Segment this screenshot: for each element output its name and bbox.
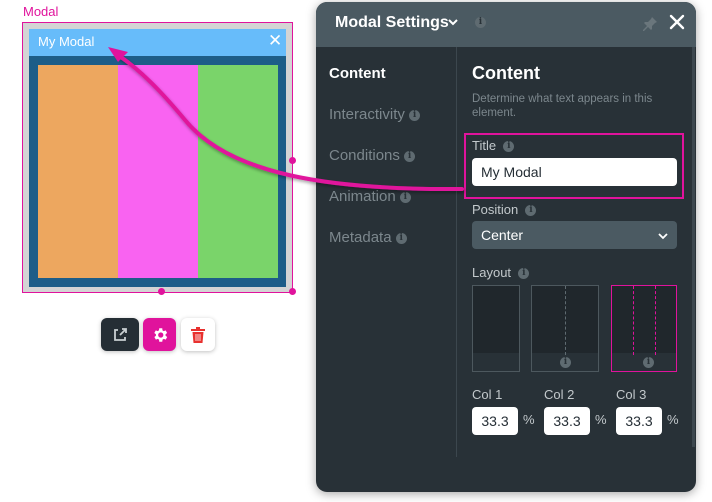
- title-input[interactable]: [472, 158, 677, 186]
- panel-divider: [456, 47, 457, 457]
- col1-unit: %: [523, 412, 535, 427]
- info-icon[interactable]: i: [475, 17, 486, 28]
- nav-item-animation[interactable]: Animation i: [329, 188, 411, 205]
- gear-icon: [153, 327, 167, 342]
- info-icon[interactable]: i: [525, 205, 537, 217]
- col3-width-input[interactable]: [616, 407, 662, 435]
- open-element-button[interactable]: [101, 318, 139, 351]
- nav-item-content[interactable]: Content: [329, 65, 386, 82]
- title-label-text: Title: [472, 138, 497, 153]
- nav-item-metadata[interactable]: Metadata i: [329, 229, 407, 246]
- layout-footer: [473, 353, 519, 371]
- info-icon[interactable]: i: [518, 268, 530, 280]
- panel-title[interactable]: Modal Settings: [335, 14, 449, 32]
- column-divider: [633, 286, 634, 355]
- scrollbar[interactable]: [692, 47, 695, 447]
- modal-column-2[interactable]: [118, 65, 198, 278]
- nav-item-label: Animation: [329, 188, 396, 205]
- modal-close-icon[interactable]: ✕: [268, 32, 282, 50]
- trash-icon: [191, 326, 205, 343]
- section-heading: Content: [472, 63, 540, 83]
- layout-label: Layout i: [472, 265, 530, 280]
- modal-column-3[interactable]: [198, 65, 278, 278]
- position-value: Center: [481, 227, 524, 243]
- chevron-down-icon[interactable]: [446, 15, 460, 29]
- chevron-down-icon: [658, 233, 668, 240]
- selection-label: Modal: [23, 4, 59, 19]
- info-icon[interactable]: i: [643, 357, 654, 368]
- position-select[interactable]: Center: [472, 221, 677, 249]
- layout-option-3-columns[interactable]: i: [611, 285, 677, 372]
- nav-item-interactivity[interactable]: Interactivity i: [329, 106, 421, 123]
- col3-label: Col 3: [616, 387, 647, 402]
- modal-settings-panel: Modal Settings i Content Interactivity i…: [316, 2, 696, 492]
- resize-handle-corner[interactable]: [289, 288, 296, 295]
- col2-label: Col 2: [544, 387, 575, 402]
- pin-icon[interactable]: [641, 15, 659, 33]
- col3-unit: %: [667, 412, 679, 427]
- nav-item-label: Content: [329, 65, 386, 82]
- modal-title: My Modal: [38, 34, 95, 49]
- settings-button[interactable]: [143, 318, 176, 351]
- external-link-icon: [114, 327, 127, 341]
- info-icon[interactable]: i: [503, 141, 515, 153]
- info-icon[interactable]: i: [399, 191, 411, 203]
- close-icon[interactable]: [667, 12, 687, 32]
- column-divider: [655, 286, 656, 355]
- nav-item-label: Conditions: [329, 147, 400, 164]
- title-label: Title i: [472, 138, 515, 153]
- position-label: Position i: [472, 202, 537, 217]
- resize-handle-right[interactable]: [289, 157, 296, 164]
- nav-item-label: Metadata: [329, 229, 392, 246]
- column-divider: [565, 286, 566, 355]
- col2-width-input[interactable]: [544, 407, 590, 435]
- modal-column-1[interactable]: [38, 65, 118, 278]
- col2-unit: %: [595, 412, 607, 427]
- info-icon[interactable]: i: [395, 232, 407, 244]
- layout-label-text: Layout: [472, 265, 512, 280]
- delete-button[interactable]: [181, 318, 215, 351]
- section-description: Determine what text appears in this elem…: [472, 93, 653, 119]
- col1-label: Col 1: [472, 387, 503, 402]
- col1-width-input[interactable]: [472, 407, 518, 435]
- nav-item-label: Interactivity: [329, 106, 405, 123]
- info-icon[interactable]: i: [560, 357, 571, 368]
- resize-handle-bottom[interactable]: [158, 288, 165, 295]
- info-icon[interactable]: i: [404, 150, 416, 162]
- layout-option-2-columns[interactable]: i: [531, 285, 599, 372]
- info-icon[interactable]: i: [409, 109, 421, 121]
- nav-item-conditions[interactable]: Conditions i: [329, 147, 416, 164]
- layout-option-1-column[interactable]: [472, 285, 520, 372]
- position-label-text: Position: [472, 202, 519, 217]
